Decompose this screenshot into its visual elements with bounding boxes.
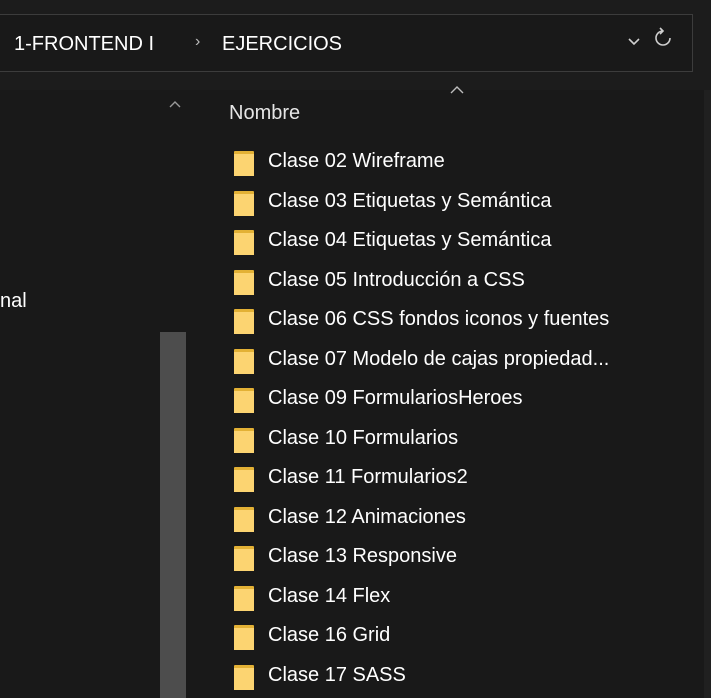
file-list-pane: Nombre Clase 02 Wireframe Clase 03 Etique… (192, 86, 711, 698)
breadcrumb-item-frontend[interactable]: 1-FRONTEND I (14, 33, 154, 56)
list-item-label: Clase 13 Responsive (268, 545, 457, 567)
list-item[interactable]: Clase 03 Etiquetas y Semántica (192, 185, 702, 225)
list-item[interactable]: Clase 05 Introducción a CSS (192, 264, 702, 304)
list-item-label: Clase 06 CSS fondos iconos y fuentes (268, 308, 610, 330)
list-item[interactable]: Clase 12 Animaciones (192, 501, 702, 541)
folder-icon (234, 625, 254, 650)
folder-icon (234, 230, 254, 255)
list-item-label: Clase 10 Formularios (268, 426, 459, 449)
list-item[interactable]: Clase 17 SASS (192, 659, 702, 698)
list-item[interactable]: Clase 09 FormulariosHeroes (192, 382, 702, 422)
list-item-label: Clase 07 Modelo de cajas propiedad... (268, 347, 610, 370)
folder-icon (234, 388, 254, 413)
chevron-down-icon[interactable] (619, 29, 649, 59)
list-item[interactable]: Clase 14 Flex (192, 580, 702, 620)
chevron-up-icon[interactable] (160, 90, 190, 118)
address-bar[interactable]: 1-FRONTEND I › EJERCICIOS (0, 14, 693, 72)
breadcrumb-item-ejercicios[interactable]: EJERCICIOS (222, 33, 342, 56)
folder-icon (234, 585, 254, 611)
folder-icon (234, 309, 254, 334)
file-list-scrollbar[interactable] (704, 90, 711, 698)
refresh-icon[interactable] (648, 25, 678, 55)
list-item[interactable]: Clase 07 Modelo de cajas propiedad... (192, 343, 702, 383)
list-item[interactable]: Clase 16 Grid (192, 619, 702, 659)
list-item-label: Clase 09 FormulariosHeroes (268, 387, 523, 409)
file-list: Clase 02 Wireframe Clase 03 Etiquetas y S… (192, 145, 702, 698)
list-item[interactable]: Clase 06 CSS fondos iconos y fuentes (192, 303, 702, 343)
list-item-label: Clase 05 Introducción a CSS (268, 268, 525, 291)
list-item-label: Clase 14 Flex (268, 584, 391, 607)
list-item-label: Clase 02 Wireframe (268, 150, 445, 172)
list-item-label: Clase 04 Etiquetas y Semántica (268, 229, 552, 251)
list-item-label: Clase 03 Etiquetas y Semántica (268, 189, 552, 212)
list-item[interactable]: Clase 10 Formularios (192, 422, 702, 462)
folder-icon (234, 427, 254, 453)
list-item[interactable]: Clase 13 Responsive (192, 540, 702, 580)
top-bar: 1-FRONTEND I › EJERCICIOS (0, 0, 711, 90)
navigation-pane: nal (0, 90, 192, 698)
nav-item-label[interactable]: nal (0, 290, 27, 313)
list-item[interactable]: Clase 02 Wireframe (192, 145, 702, 185)
list-item[interactable]: Clase 11 Formularios2 (192, 461, 702, 501)
list-item[interactable]: Clase 04 Etiquetas y Semántica (192, 224, 702, 264)
list-item-label: Clase 12 Animaciones (268, 505, 466, 528)
folder-icon (234, 269, 254, 295)
list-item-label: Clase 16 Grid (268, 624, 391, 646)
folder-icon (234, 506, 254, 532)
sort-ascending-icon (450, 82, 464, 100)
folder-icon (234, 664, 254, 690)
folder-icon (234, 467, 254, 492)
column-header-name[interactable]: Nombre (229, 102, 300, 125)
folder-icon (234, 190, 254, 216)
nav-scrollbar-thumb[interactable] (160, 332, 186, 698)
folder-icon (234, 151, 254, 176)
folder-icon (234, 546, 254, 571)
folder-icon (234, 348, 254, 374)
list-item-label: Clase 11 Formularios2 (268, 466, 468, 488)
breadcrumb-separator-icon[interactable]: › (195, 33, 200, 51)
list-item-label: Clase 17 SASS (268, 663, 406, 686)
